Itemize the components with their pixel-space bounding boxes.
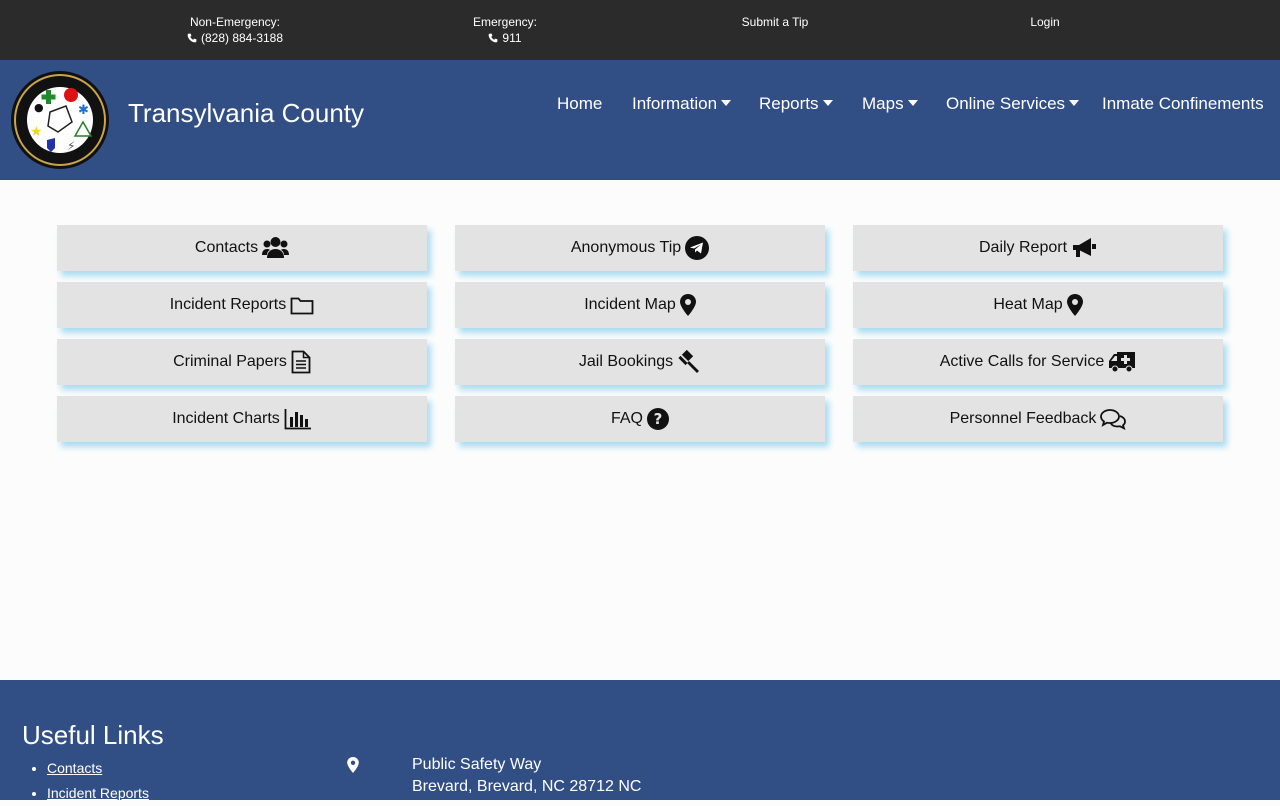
svg-text:?: ?: [654, 410, 663, 428]
list-item: Contacts: [47, 756, 149, 781]
nav-maps-dropdown[interactable]: Maps: [862, 94, 918, 114]
address-line-2: Brevard, Brevard, NC 28712 NC: [412, 778, 642, 795]
bullhorn-icon: [1073, 238, 1097, 257]
site-footer: Useful Links Contacts Incident Reports P…: [0, 680, 1280, 801]
phone-icon: [489, 33, 498, 43]
comments-icon: [1100, 409, 1127, 430]
emergency-phone[interactable]: 911: [502, 31, 521, 45]
tile-incident-charts[interactable]: Incident Charts: [57, 396, 427, 442]
footer-link-incident-reports[interactable]: Incident Reports: [47, 785, 149, 801]
footer-heading: Useful Links: [22, 720, 164, 750]
main-navigation: Home Information Reports Maps Online Ser…: [0, 94, 1280, 118]
tile-heat-map[interactable]: Heat Map: [853, 282, 1223, 328]
file-text-icon: [291, 350, 311, 374]
submit-tip-link[interactable]: Submit a Tip: [725, 14, 825, 30]
nav-inmate-confinements[interactable]: Inmate Confinements: [1102, 94, 1264, 114]
tile-daily-report[interactable]: Daily Report: [853, 225, 1223, 271]
folder-icon: [290, 297, 314, 315]
nav-online-services-dropdown[interactable]: Online Services: [946, 94, 1080, 114]
tile-faq[interactable]: FAQ ?: [455, 396, 825, 442]
nav-information-dropdown[interactable]: Information: [632, 94, 732, 114]
tile-criminal-papers[interactable]: Criminal Papers: [57, 339, 427, 385]
map-marker-icon: [347, 757, 359, 773]
emergency-contact: Emergency: 911: [460, 14, 550, 46]
login-link[interactable]: Login: [1015, 14, 1075, 30]
tile-contacts[interactable]: Contacts: [57, 225, 427, 271]
caret-down-icon: [1069, 100, 1080, 106]
ambulance-icon: [1109, 352, 1136, 373]
county-emergency-services-logo[interactable]: ● ✱ ★ ⚡: [10, 70, 110, 170]
tile-incident-reports[interactable]: Incident Reports: [57, 282, 427, 328]
footer-link-contacts[interactable]: Contacts: [47, 760, 102, 776]
footer-address: Public Safety Way Brevard, Brevard, NC 2…: [412, 754, 641, 798]
map-marker-icon: [1066, 294, 1083, 316]
nav-reports-dropdown[interactable]: Reports: [759, 94, 833, 114]
site-header: ● ✱ ★ ⚡ Transylvania County Home Informa…: [0, 60, 1280, 180]
tile-incident-map[interactable]: Incident Map: [455, 282, 825, 328]
phone-icon: [187, 33, 197, 43]
useful-links-list: Contacts Incident Reports: [28, 756, 149, 806]
bar-chart-icon: [284, 409, 311, 430]
list-item: Incident Reports: [47, 781, 149, 806]
caret-down-icon: [721, 100, 732, 106]
address-line-1: Public Safety Way: [412, 756, 542, 773]
caret-down-icon: [822, 100, 833, 106]
non-emergency-contact: Non-Emergency: (828) 884-3188: [180, 14, 290, 46]
gavel-icon: [678, 350, 700, 373]
svg-text:★: ★: [30, 124, 43, 140]
question-circle-icon: ?: [647, 408, 669, 430]
non-emergency-label: Non-Emergency:: [189, 15, 281, 29]
top-utility-bar: Non-Emergency: (828) 884-3188 Emergency:…: [0, 0, 1280, 60]
svg-text:⚡: ⚡: [67, 139, 75, 153]
nav-home[interactable]: Home: [557, 94, 602, 114]
tile-active-calls[interactable]: Active Calls for Service: [853, 339, 1223, 385]
emergency-label: Emergency:: [472, 15, 538, 29]
caret-down-icon: [907, 100, 918, 106]
map-marker-icon: [679, 294, 696, 316]
tile-anonymous-tip[interactable]: Anonymous Tip: [455, 225, 825, 271]
telegram-icon: [685, 236, 710, 260]
tile-personnel-feedback[interactable]: Personnel Feedback: [853, 396, 1223, 442]
users-icon: [262, 237, 290, 258]
non-emergency-phone[interactable]: (828) 884-3188: [201, 31, 283, 45]
tile-jail-bookings[interactable]: Jail Bookings: [455, 339, 825, 385]
